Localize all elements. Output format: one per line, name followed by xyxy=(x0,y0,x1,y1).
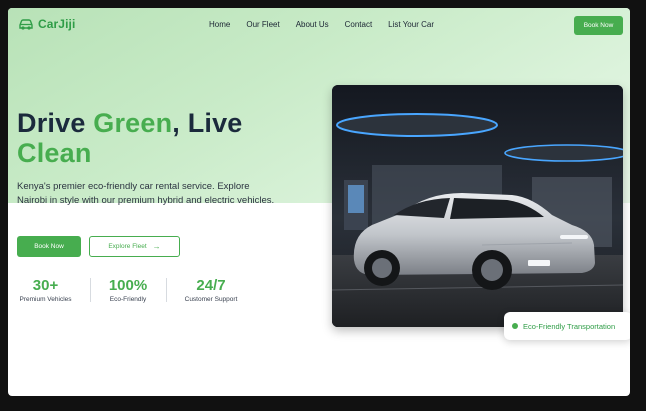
stat-value: 24/7 xyxy=(196,277,226,294)
badge-label: Eco-Friendly Transportation xyxy=(523,321,616,331)
stat-label: Premium Vehicles xyxy=(19,296,72,303)
headline-part-2: , Live xyxy=(172,108,243,138)
stat-eco: 100% Eco-Friendly xyxy=(104,277,152,304)
book-now-button[interactable]: Book Now xyxy=(17,236,81,257)
stat-divider xyxy=(166,278,167,302)
hero-tagline: Kenya's premier eco-friendly car rental … xyxy=(17,181,275,206)
eco-friendly-badge: Eco-Friendly Transportation xyxy=(504,312,630,340)
top-navbar: CarJiji Home Our Fleet About Us Contact … xyxy=(8,8,630,42)
car-photo xyxy=(332,85,623,327)
headline-green-2: Clean xyxy=(17,138,92,168)
stat-value: 30+ xyxy=(32,277,59,294)
browser-page: CarJiji Home Our Fleet About Us Contact … xyxy=(8,8,630,396)
nav-links: Home Our Fleet About Us Contact List You… xyxy=(209,20,450,29)
car-icon xyxy=(19,19,33,30)
nav-link-list-your-car[interactable]: List Your Car xyxy=(388,20,434,29)
stat-label: Eco-Friendly xyxy=(109,296,147,303)
nav-link-our-fleet[interactable]: Our Fleet xyxy=(246,20,279,29)
explore-fleet-label: Explore Fleet xyxy=(108,243,147,250)
nav-link-home[interactable]: Home xyxy=(209,20,230,29)
stat-vehicles: 30+ Premium Vehicles xyxy=(17,277,74,304)
nav-link-contact[interactable]: Contact xyxy=(345,20,373,29)
stat-value: 100% xyxy=(108,277,148,294)
brand-logo[interactable]: CarJiji xyxy=(18,17,75,31)
car-photo-illustration xyxy=(332,85,623,327)
stat-support: 24/7 Customer Support xyxy=(180,277,242,304)
headline-part-1: Drive xyxy=(17,108,94,138)
headline-green-1: Green xyxy=(93,108,173,138)
hero-headline: Drive Green, Live Clean xyxy=(17,108,243,168)
arrow-right-icon: → xyxy=(152,241,161,251)
stat-label: Customer Support xyxy=(184,296,238,303)
stat-divider xyxy=(90,278,91,302)
explore-fleet-button[interactable]: Explore Fleet → xyxy=(89,236,180,257)
nav-book-now-button[interactable]: Book Now xyxy=(574,16,623,35)
nav-link-about-us[interactable]: About Us xyxy=(296,20,329,29)
status-dot-icon xyxy=(512,323,518,329)
brand-name: CarJiji xyxy=(38,17,76,31)
